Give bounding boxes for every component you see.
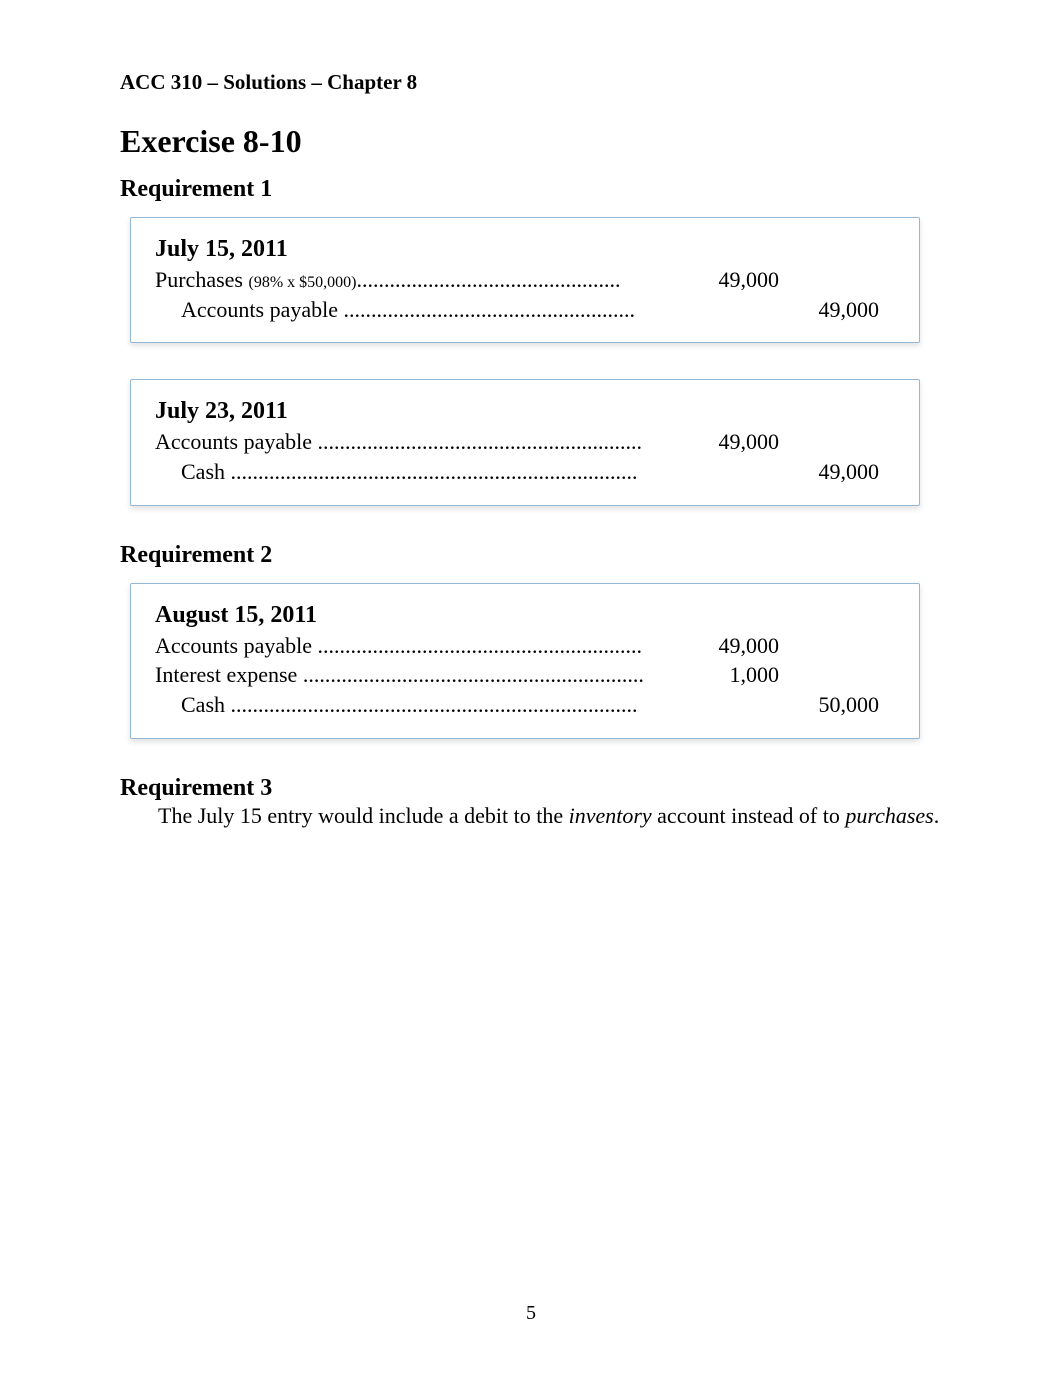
credit-amount: 49,000 bbox=[779, 295, 879, 325]
page-header: ACC 310 – Solutions – Chapter 8 bbox=[120, 70, 942, 95]
journal-line: Accounts payable .......................… bbox=[155, 427, 879, 457]
requirement-3-heading: Requirement 3 bbox=[120, 775, 942, 802]
account-calc-note: (98% x $50,000) bbox=[248, 274, 356, 291]
requirement-3-text: The July 15 entry would include a debit … bbox=[120, 802, 942, 830]
account-name: Cash ...................................… bbox=[155, 690, 679, 720]
account-name: Accounts payable .......................… bbox=[155, 295, 679, 325]
account-label: Interest expense bbox=[155, 662, 303, 687]
req3-text-part: The July 15 entry would include a debit … bbox=[158, 803, 569, 828]
account-name: Accounts payable .......................… bbox=[155, 427, 679, 457]
leader-dots: ........................................… bbox=[318, 631, 643, 661]
account-label: Cash bbox=[181, 459, 231, 484]
entry-date: July 23, 2011 bbox=[155, 398, 879, 425]
leader-dots: ........................................… bbox=[231, 690, 638, 720]
debit-amount: 49,000 bbox=[679, 427, 779, 457]
account-name: Interest expense .......................… bbox=[155, 660, 679, 690]
req3-purchases-word: purchases bbox=[845, 803, 933, 828]
entry-date: July 15, 2011 bbox=[155, 236, 879, 263]
req3-text-part: account instead of to bbox=[652, 803, 846, 828]
leader-dots: ........................................… bbox=[344, 295, 636, 325]
account-label: Cash bbox=[181, 692, 231, 717]
leader-dots: ........................................… bbox=[356, 265, 620, 295]
leader-dots: ........................................… bbox=[231, 457, 638, 487]
credit-amount: 50,000 bbox=[779, 690, 879, 720]
leader-dots: ........................................… bbox=[318, 427, 643, 457]
account-label: Accounts payable bbox=[155, 633, 318, 658]
journal-entry-box-1: July 15, 2011 Purchases (98% x $50,000).… bbox=[130, 217, 920, 343]
journal-line: Interest expense .......................… bbox=[155, 660, 879, 690]
journal-line: Cash ...................................… bbox=[155, 457, 879, 487]
requirement-2-heading: Requirement 2 bbox=[120, 542, 942, 569]
journal-line: Accounts payable .......................… bbox=[155, 631, 879, 661]
debit-amount: 49,000 bbox=[679, 631, 779, 661]
entry-date: August 15, 2011 bbox=[155, 602, 879, 629]
page-number: 5 bbox=[0, 1302, 1062, 1325]
journal-line: Cash ...................................… bbox=[155, 690, 879, 720]
account-label: Purchases bbox=[155, 267, 248, 292]
leader-dots: ........................................… bbox=[303, 660, 644, 690]
journal-line: Purchases (98% x $50,000)...............… bbox=[155, 265, 879, 295]
account-label: Accounts payable bbox=[155, 429, 318, 454]
journal-line: Accounts payable .......................… bbox=[155, 295, 879, 325]
account-label: Accounts payable bbox=[181, 297, 344, 322]
account-name: Accounts payable .......................… bbox=[155, 631, 679, 661]
exercise-title: Exercise 8-10 bbox=[120, 123, 942, 160]
req3-inventory-word: inventory bbox=[569, 803, 652, 828]
journal-entry-box-3: August 15, 2011 Accounts payable .......… bbox=[130, 583, 920, 739]
account-name: Purchases (98% x $50,000)...............… bbox=[155, 265, 679, 295]
journal-entry-box-2: July 23, 2011 Accounts payable .........… bbox=[130, 379, 920, 505]
account-name: Cash ...................................… bbox=[155, 457, 679, 487]
debit-amount: 1,000 bbox=[679, 660, 779, 690]
requirement-1-heading: Requirement 1 bbox=[120, 176, 942, 203]
debit-amount: 49,000 bbox=[679, 265, 779, 295]
req3-text-part: . bbox=[934, 803, 940, 828]
credit-amount: 49,000 bbox=[779, 457, 879, 487]
